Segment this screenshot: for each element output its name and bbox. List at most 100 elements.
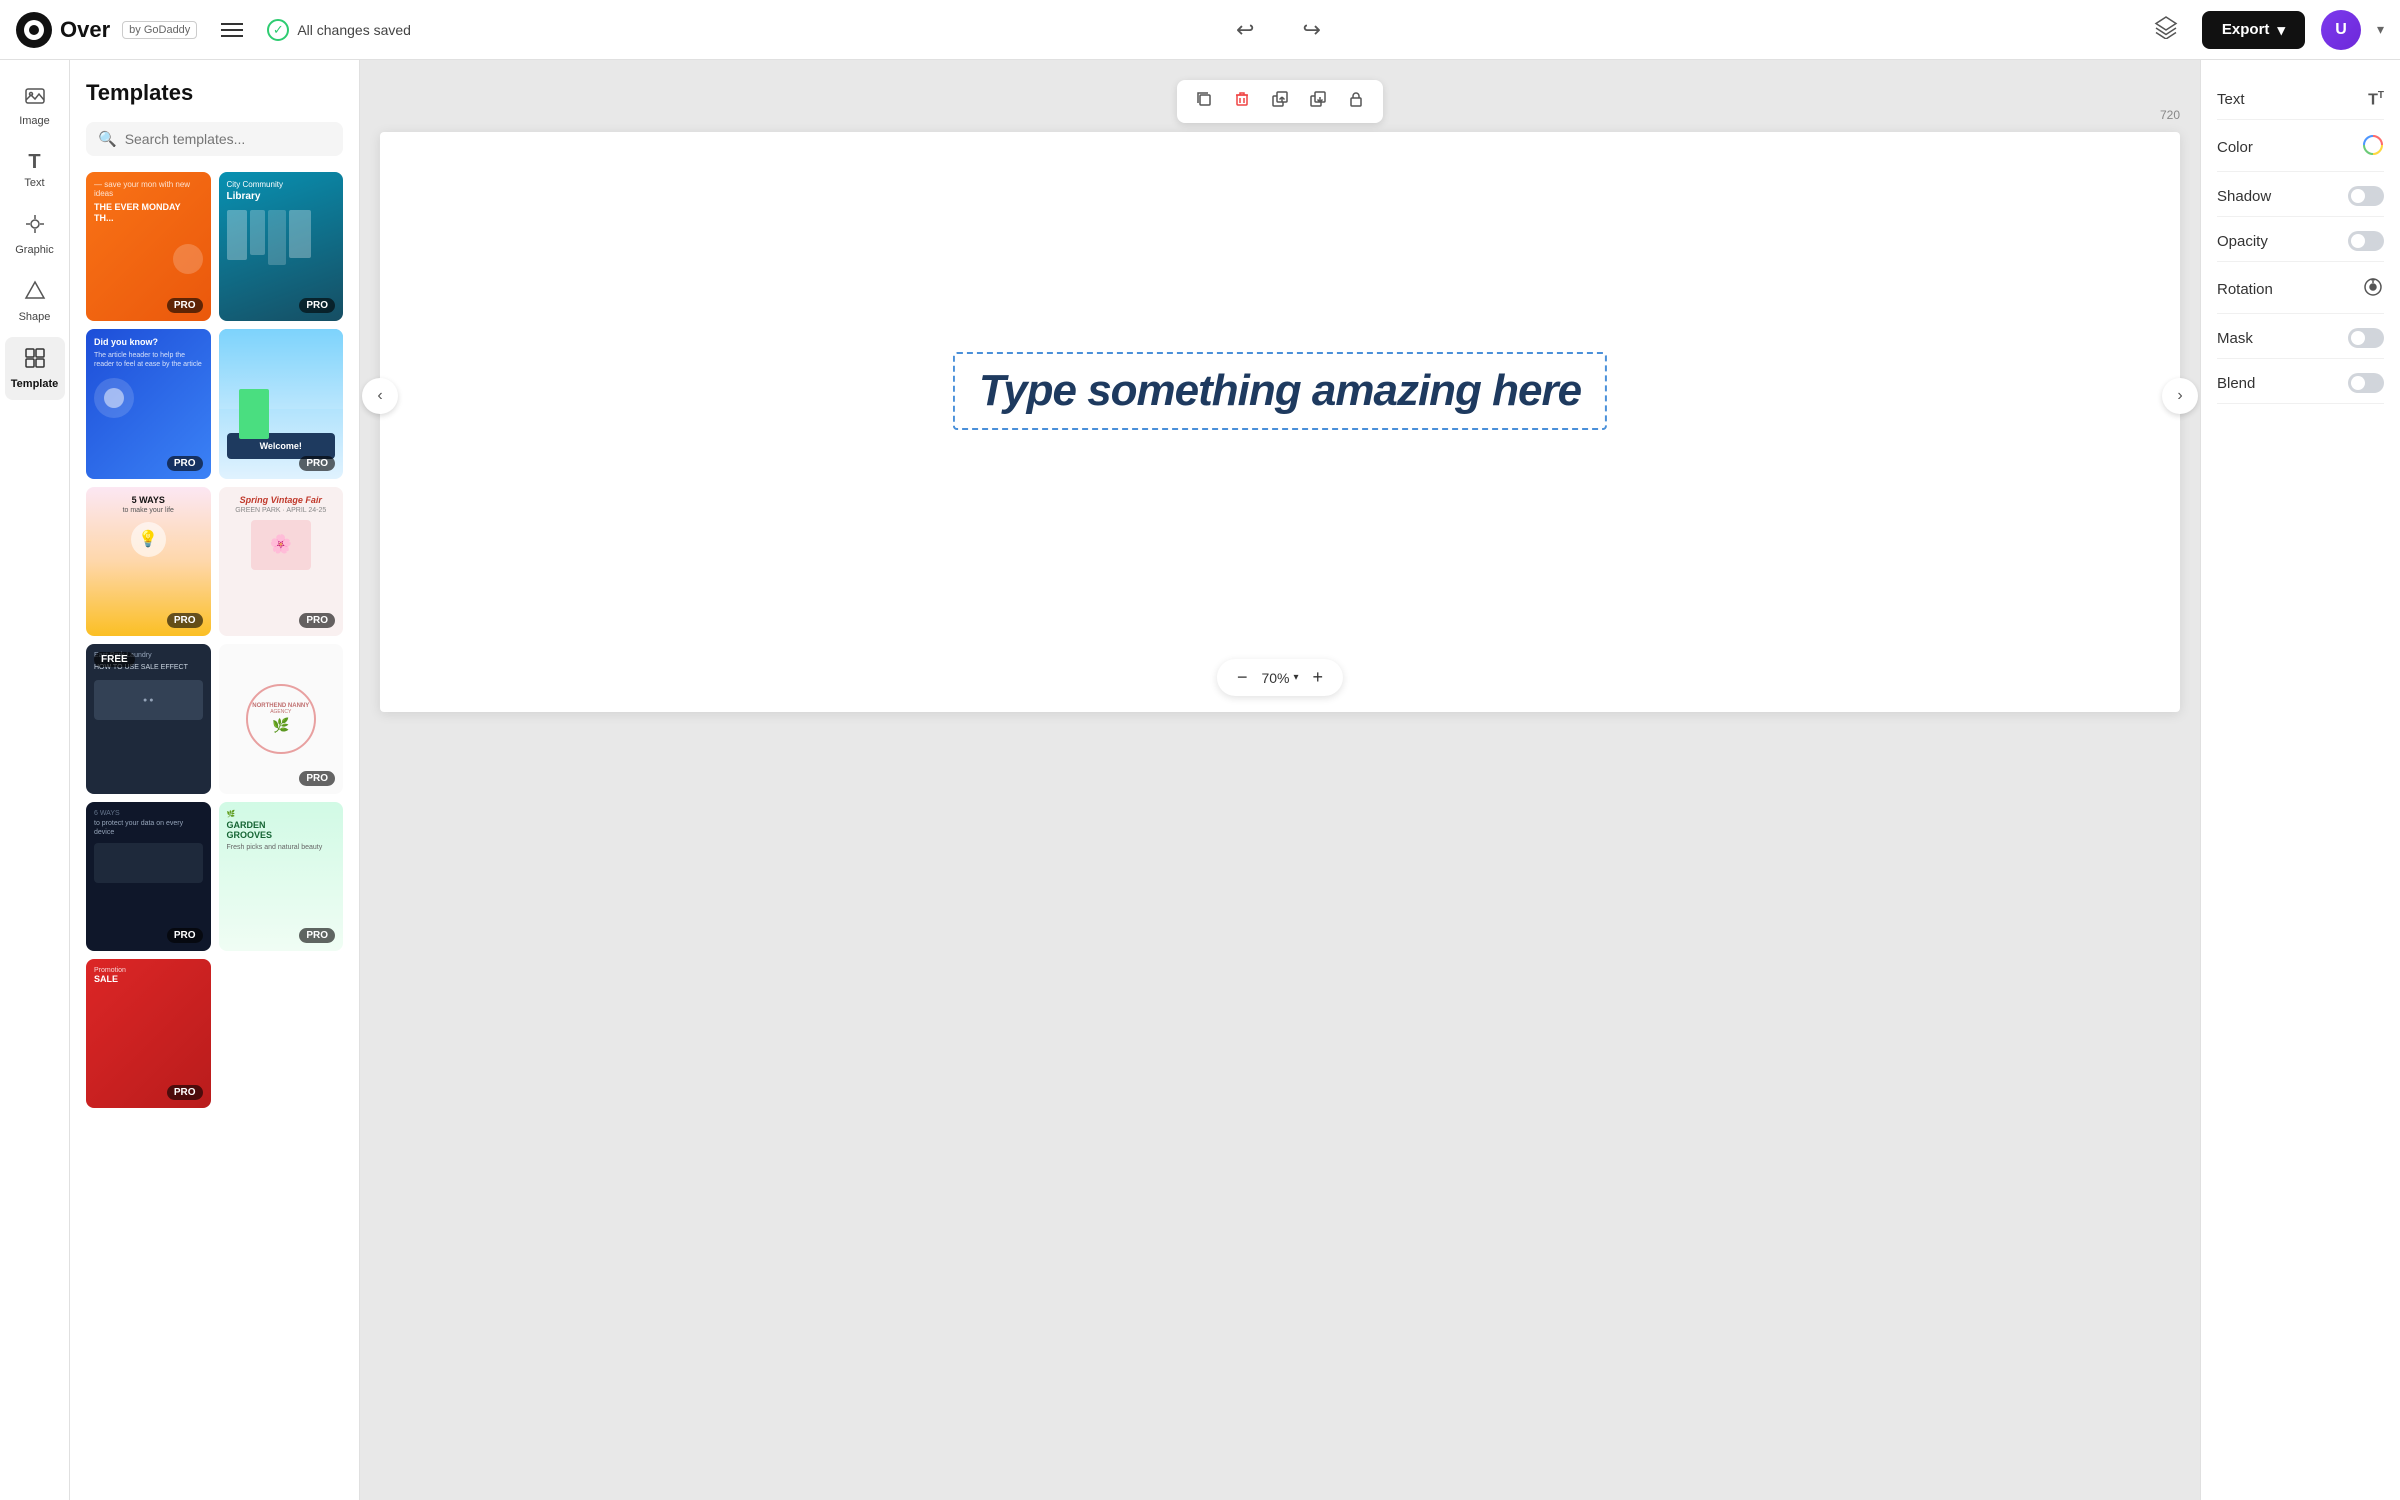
- text-element[interactable]: Type something amazing here: [953, 352, 1607, 430]
- sidebar-item-image[interactable]: Image: [5, 74, 65, 137]
- opacity-toggle[interactable]: [2348, 231, 2384, 251]
- pro-badge: PRO: [299, 613, 335, 628]
- check-icon: ✓: [267, 19, 289, 41]
- send-backward-button[interactable]: [1303, 86, 1333, 117]
- prop-mask-label: Mask: [2217, 330, 2253, 347]
- canvas-next-button[interactable]: ›: [2162, 378, 2198, 414]
- prop-shadow-label: Shadow: [2217, 188, 2271, 205]
- text-icon: T: [28, 151, 40, 174]
- undo-button[interactable]: ↩: [1228, 9, 1262, 51]
- template-card-9[interactable]: 6 WAYS to protect your data on every dev…: [86, 802, 211, 951]
- bring-forward-button[interactable]: [1265, 86, 1295, 117]
- godaddy-badge: by GoDaddy: [122, 21, 197, 39]
- prop-text: Text TT: [2217, 80, 2384, 120]
- logo-area: Over by GoDaddy: [16, 12, 197, 48]
- template-card-11[interactable]: Promotion SALE PRO: [86, 959, 211, 1108]
- graphic-icon: [24, 213, 46, 241]
- templates-title: Templates: [86, 80, 343, 106]
- free-badge: FREE: [94, 652, 135, 667]
- prop-opacity-control: [2348, 231, 2384, 251]
- prop-rotation: Rotation: [2217, 266, 2384, 314]
- sidebar-item-template[interactable]: Template: [5, 337, 65, 400]
- text-content: Type something amazing here: [979, 366, 1581, 416]
- templates-panel: Templates 🔍 — save your mon with new ide…: [70, 60, 360, 1500]
- template-card-6[interactable]: Spring Vintage Fair GREEN PARK · APRIL 2…: [219, 487, 344, 636]
- pro-badge: PRO: [299, 928, 335, 943]
- prop-opacity-label: Opacity: [2217, 233, 2268, 250]
- template-label: Template: [11, 378, 58, 390]
- header-center: ↩ ↪: [411, 9, 2146, 51]
- template-card-8[interactable]: NORTHEND NANNY AGENCY 🌿 PRO: [219, 644, 344, 793]
- prop-rotation-label: Rotation: [2217, 281, 2273, 298]
- pro-badge: PRO: [299, 456, 335, 471]
- prop-blend-control: [2348, 373, 2384, 393]
- canvas-prev-button[interactable]: ‹: [362, 378, 398, 414]
- zoom-level[interactable]: 70% ▾: [1261, 670, 1298, 686]
- templates-grid: — save your mon with new ideas THE EVER …: [86, 172, 343, 1108]
- image-icon: [24, 84, 46, 112]
- prop-text-control: TT: [2368, 90, 2384, 109]
- layers-button[interactable]: [2146, 7, 2186, 53]
- export-chevron-icon: ▾: [2277, 21, 2285, 39]
- template-card-4[interactable]: Welcome! PRO: [219, 329, 344, 478]
- zoom-in-button[interactable]: +: [1307, 665, 1330, 690]
- blend-toggle[interactable]: [2348, 373, 2384, 393]
- logo-icon: [16, 12, 52, 48]
- template-card-2[interactable]: City Community Library PRO: [219, 172, 344, 321]
- image-label: Image: [19, 115, 50, 127]
- mask-toggle[interactable]: [2348, 328, 2384, 348]
- template-card-1[interactable]: — save your mon with new ideas THE EVER …: [86, 172, 211, 321]
- prop-blend: Blend: [2217, 363, 2384, 404]
- hamburger-menu[interactable]: [221, 23, 243, 37]
- search-input[interactable]: [125, 131, 331, 147]
- header: Over by GoDaddy ✓ All changes saved ↩ ↪ …: [0, 0, 2400, 60]
- zoom-controls: − 70% ▾ +: [1217, 659, 1343, 696]
- search-icon: 🔍: [98, 130, 117, 148]
- shape-icon: [24, 280, 46, 308]
- template-card-10[interactable]: 🌿 GARDEN GROOVES Fresh picks and natural…: [219, 802, 344, 951]
- lock-button[interactable]: [1341, 86, 1371, 117]
- shape-label: Shape: [19, 311, 51, 323]
- template-card-7[interactable]: East Park Laundry HOW TO USE SALE EFFECT…: [86, 644, 211, 793]
- shadow-toggle[interactable]: [2348, 186, 2384, 206]
- prop-shadow-control: [2348, 186, 2384, 206]
- rotation-icon[interactable]: [2362, 276, 2384, 303]
- prop-text-label: Text: [2217, 91, 2245, 108]
- template-card-5[interactable]: 5 WAYS to make your life 💡 PRO: [86, 487, 211, 636]
- pro-badge: PRO: [167, 298, 203, 313]
- save-text: All changes saved: [297, 22, 411, 38]
- text-label: Text: [24, 177, 44, 189]
- canvas-container: ‹ › 720 Type something amazing here − 70…: [380, 80, 2180, 712]
- prop-color: Color: [2217, 124, 2384, 172]
- pro-badge: PRO: [167, 1085, 203, 1100]
- graphic-label: Graphic: [15, 244, 54, 256]
- canvas-dimensions: 720: [2160, 108, 2180, 122]
- save-status: ✓ All changes saved: [267, 19, 411, 41]
- text-format-icon[interactable]: TT: [2368, 90, 2384, 109]
- canvas-area: 720 Type something amazing here: [380, 132, 2180, 712]
- redo-button[interactable]: ↪: [1294, 9, 1328, 51]
- zoom-out-button[interactable]: −: [1231, 665, 1254, 690]
- right-properties-panel: Text TT Color Shadow Opacity: [2200, 60, 2400, 1500]
- user-chevron-icon[interactable]: ▾: [2377, 21, 2384, 38]
- prop-mask-control: [2348, 328, 2384, 348]
- pro-badge: PRO: [167, 613, 203, 628]
- pro-badge: PRO: [167, 928, 203, 943]
- prop-mask: Mask: [2217, 318, 2384, 359]
- copy-button[interactable]: [1189, 86, 1219, 117]
- avatar[interactable]: U: [2321, 10, 2361, 50]
- pro-badge: PRO: [299, 771, 335, 786]
- color-wheel-icon[interactable]: [2362, 134, 2384, 161]
- prop-color-label: Color: [2217, 139, 2253, 156]
- sidebar-item-shape[interactable]: Shape: [5, 270, 65, 333]
- header-right: Export ▾ U ▾: [2146, 7, 2384, 53]
- template-card-3[interactable]: Did you know? The article header to help…: [86, 329, 211, 478]
- sidebar-item-graphic[interactable]: Graphic: [5, 203, 65, 266]
- prop-color-control: [2362, 134, 2384, 161]
- left-sidebar: Image T Text Graphic Shape: [0, 60, 70, 1500]
- pro-badge: PRO: [167, 456, 203, 471]
- prop-shadow: Shadow: [2217, 176, 2384, 217]
- delete-button[interactable]: [1227, 86, 1257, 117]
- sidebar-item-text[interactable]: T Text: [5, 141, 65, 199]
- export-button[interactable]: Export ▾: [2202, 11, 2305, 49]
